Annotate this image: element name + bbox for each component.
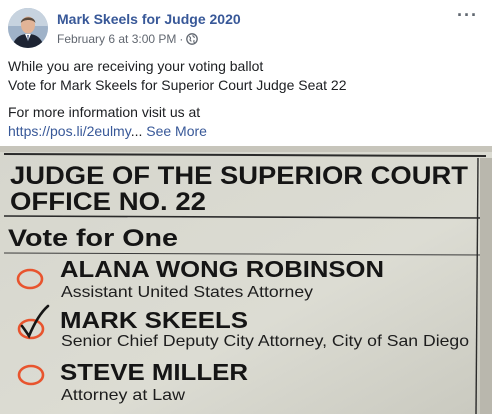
post-url-link[interactable]: https://pos.li/2eulmy bbox=[8, 123, 131, 139]
candidate-occupation-1: Assistant United States Attorney bbox=[61, 284, 313, 301]
globe-icon[interactable] bbox=[186, 33, 199, 45]
candidate-name-2: MARK SKEELS bbox=[60, 307, 248, 333]
candidate-name-3: STEVE MILLER bbox=[60, 359, 248, 385]
post-ellipsis: ... bbox=[130, 123, 143, 139]
more-options-icon[interactable]: ··· bbox=[457, 6, 478, 24]
post-message: While you are receiving your voting ball… bbox=[8, 57, 484, 149]
candidate-name-1: ALANA WONG ROBINSON bbox=[60, 256, 384, 282]
ballot-image: JUDGE OF THE SUPERIOR COURT OFFICE NO. 2… bbox=[0, 146, 492, 414]
see-more-link[interactable]: See More bbox=[146, 123, 207, 139]
post-line-1: While you are receiving your voting ball… bbox=[8, 58, 264, 74]
post-line-2: Vote for Mark Skeels for Superior Court … bbox=[8, 77, 347, 93]
meta-separator: · bbox=[179, 32, 184, 46]
avatar-portrait bbox=[8, 8, 48, 48]
post-paragraph: For more information visit us at https:/… bbox=[8, 103, 484, 141]
ballot-instruction: Vote for One bbox=[8, 225, 178, 252]
post-header: Mark Skeels for Judge 2020 February 6 at… bbox=[0, 0, 492, 56]
candidate-occupation-2: Senior Chief Deputy City Attorney, City … bbox=[61, 333, 469, 350]
post-timestamp[interactable]: February 6 at 3:00 PM bbox=[57, 32, 176, 46]
ballot-title-line-2: OFFICE NO. 22 bbox=[10, 188, 206, 216]
avatar[interactable] bbox=[8, 8, 48, 48]
post-author-link[interactable]: Mark Skeels for Judge 2020 bbox=[57, 11, 241, 27]
ballot-title-line-1: JUDGE OF THE SUPERIOR COURT bbox=[10, 162, 468, 190]
candidate-occupation-3: Attorney at Law bbox=[61, 387, 185, 404]
post-info-line: For more information visit us at bbox=[8, 104, 201, 120]
post-paragraph: While you are receiving your voting ball… bbox=[8, 57, 484, 95]
post-meta: February 6 at 3:00 PM · bbox=[57, 32, 199, 46]
ballot-photo[interactable]: JUDGE OF THE SUPERIOR COURT OFFICE NO. 2… bbox=[0, 146, 492, 414]
